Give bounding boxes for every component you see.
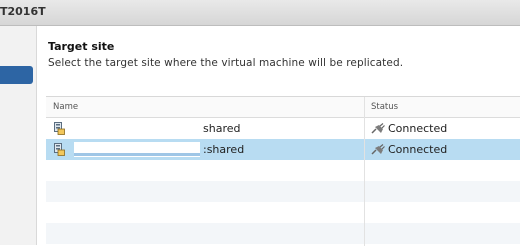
column-divider[interactable] — [364, 97, 365, 246]
column-header-status[interactable]: Status — [371, 102, 398, 112]
empty-row — [46, 202, 520, 223]
table-row[interactable]: shared Connected — [46, 118, 520, 139]
site-name: :shared — [203, 143, 245, 156]
title-bar: T2016T — [0, 0, 520, 26]
site-status: Connected — [388, 122, 448, 135]
target-site-grid: Name Status shared Connected :shared Con… — [46, 96, 520, 246]
empty-row — [46, 223, 520, 244]
empty-row — [46, 181, 520, 202]
page-subtitle: Select the target site where the virtual… — [48, 57, 404, 69]
page-title: Target site — [48, 40, 115, 53]
empty-row — [46, 160, 520, 181]
redacted-area-underline — [74, 153, 200, 156]
site-name: shared — [203, 122, 241, 135]
site-status: Connected — [388, 143, 448, 156]
plug-connected-icon — [371, 123, 385, 134]
wizard-nav — [0, 26, 37, 245]
column-header-name[interactable]: Name — [53, 102, 78, 112]
grid-header: Name Status — [46, 97, 520, 118]
site-server-icon — [54, 122, 65, 135]
plug-connected-icon — [371, 144, 385, 155]
site-server-icon — [54, 143, 65, 156]
table-row-selected[interactable]: :shared Connected — [46, 139, 520, 160]
wizard-nav-active-step[interactable] — [0, 66, 33, 84]
window-title: T2016T — [0, 5, 46, 18]
